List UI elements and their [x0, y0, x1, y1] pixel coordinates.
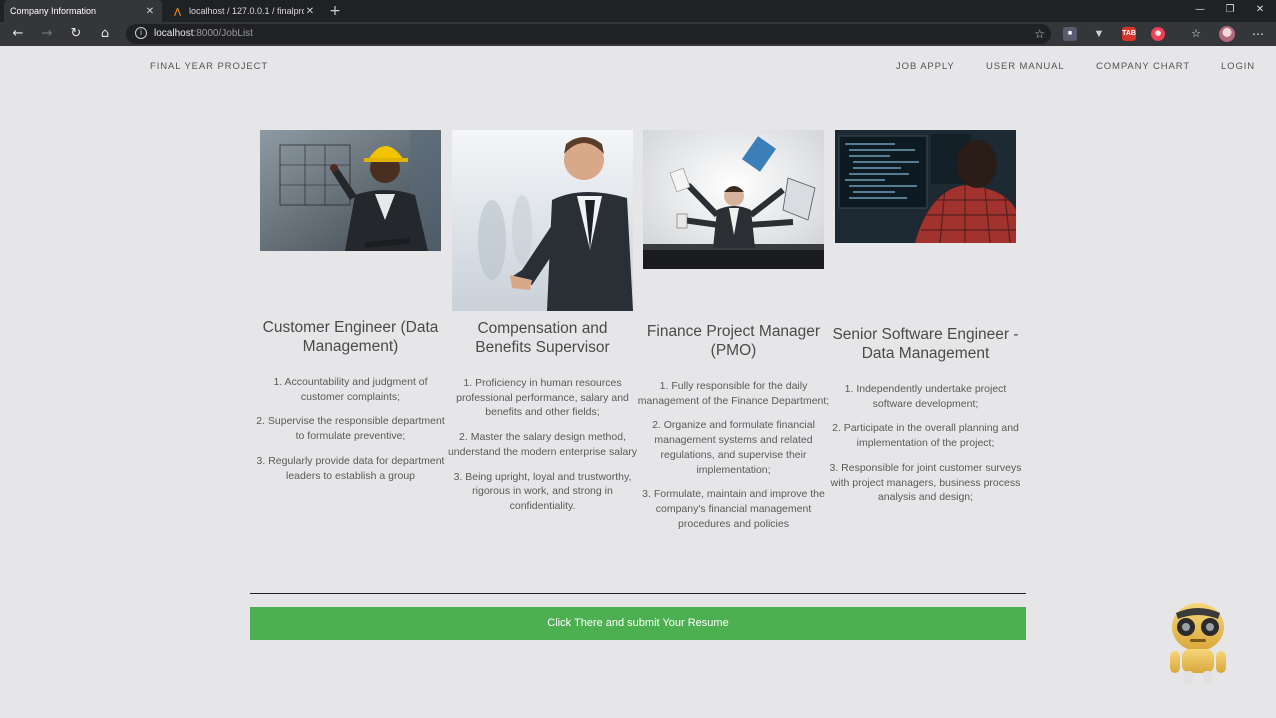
- duty-item: 3. Regularly provide data for department…: [256, 454, 445, 482]
- duty-item: 1. Independently undertake project softw…: [844, 383, 1007, 410]
- window-close-icon[interactable]: ✕: [1244, 0, 1276, 20]
- duty-item: 2. Supervise the responsible department …: [256, 415, 445, 443]
- divider: [250, 593, 1026, 594]
- vivaldi-icon[interactable]: ▼: [1092, 27, 1106, 41]
- home-icon[interactable]: ⌂: [96, 25, 114, 43]
- profile-avatar[interactable]: [1219, 26, 1235, 42]
- job-title: Customer Engineer (Data Management): [262, 319, 439, 355]
- duty-item: 2. Organize and formulate financial mana…: [652, 419, 815, 476]
- job-title: Compensation and Benefits Supervisor: [475, 320, 610, 356]
- page-content: FINAL YEAR PROJECT JOB APPLY USER MANUAL…: [0, 46, 1276, 718]
- browser-toolbar: ← → ↻ ⌂ i localhost:8000/JobList ☆ ■ ▼ T…: [0, 22, 1276, 46]
- tab-company-information[interactable]: ▙ Company Information ✕: [4, 0, 162, 57]
- duty-list: 1. Independently undertake project softw…: [827, 382, 1024, 515]
- bookmark-star-icon[interactable]: ☆: [1034, 24, 1045, 44]
- address-bar[interactable]: i localhost:8000/JobList ☆: [126, 24, 1051, 44]
- duty-item: 1. Accountability and judgment of custom…: [273, 376, 428, 403]
- handshake-businessman-photo: [452, 130, 633, 311]
- close-icon[interactable]: ✕: [144, 6, 156, 17]
- url-path: :8000/JobList: [193, 28, 253, 39]
- extension-icon[interactable]: ■: [1063, 27, 1077, 41]
- submit-resume-button[interactable]: Click There and submit Your Resume: [250, 607, 1026, 640]
- nav-job-apply[interactable]: JOB APPLY: [896, 61, 955, 72]
- developer-monitors-photo: [835, 130, 1016, 243]
- pocket-icon[interactable]: ◉: [1151, 27, 1165, 41]
- restore-icon[interactable]: ❐: [1214, 0, 1246, 20]
- duty-item: 1. Proficiency in human resources profes…: [456, 377, 629, 419]
- tab-title: Company Information: [10, 6, 97, 16]
- duty-item: 1. Fully responsible for the daily manag…: [637, 380, 830, 407]
- nav-login[interactable]: LOGIN: [1221, 61, 1255, 72]
- forward-icon[interactable]: →: [38, 25, 56, 43]
- nav-company-chart[interactable]: COMPANY CHART: [1096, 61, 1190, 72]
- duty-list: 1. Proficiency in human resources profes…: [444, 376, 641, 524]
- reading-list-icon[interactable]: ☆: [1187, 25, 1205, 43]
- url-text: localhost:8000/JobList: [154, 24, 253, 44]
- duty-list: 1. Accountability and judgment of custom…: [252, 375, 449, 493]
- multitasking-manager-photo: [643, 130, 824, 269]
- tab-phpmyadmin[interactable]: ⋀ localhost / 127.0.0.1 / finalproje ✕: [166, 0, 322, 22]
- duty-item: 3. Formulate, maintain and improve the c…: [642, 488, 825, 530]
- engineer-hardhat-photo: [260, 130, 441, 251]
- close-icon[interactable]: ✕: [304, 6, 316, 17]
- brand-link[interactable]: FINAL YEAR PROJECT: [150, 61, 268, 72]
- minimize-icon[interactable]: —: [1184, 0, 1216, 20]
- reload-icon[interactable]: ↻: [67, 25, 85, 43]
- duty-item: 2. Master the salary design method, unde…: [447, 431, 638, 458]
- duty-item: 3. Responsible for joint customer survey…: [829, 461, 1022, 504]
- duty-list: 1. Fully responsible for the daily manag…: [635, 379, 832, 541]
- url-host: localhost: [154, 28, 194, 39]
- phpmyadmin-icon: ⋀: [174, 6, 181, 16]
- tab-title: localhost / 127.0.0.1 / finalproje: [189, 6, 304, 16]
- info-icon[interactable]: i: [135, 27, 147, 39]
- new-tab-icon[interactable]: +: [327, 2, 343, 20]
- tab-extension-icon[interactable]: TAB: [1122, 27, 1136, 41]
- back-icon[interactable]: ←: [9, 25, 27, 43]
- job-title: Finance Project Manager (PMO): [646, 323, 821, 359]
- duty-item: 2. Participate in the overall planning a…: [832, 422, 1019, 450]
- chatbot-robot-icon[interactable]: [1164, 599, 1232, 687]
- menu-dots-icon[interactable]: ⋯: [1249, 25, 1267, 43]
- nav-user-manual[interactable]: USER MANUAL: [986, 61, 1065, 72]
- tab-strip: ▙ Company Information ✕ ⋀ localhost / 12…: [0, 0, 1276, 57]
- job-title: Senior Software Engineer - Data Manageme…: [832, 326, 1019, 362]
- duty-item: 3. Being upright, loyal and trustworthy,…: [453, 470, 632, 512]
